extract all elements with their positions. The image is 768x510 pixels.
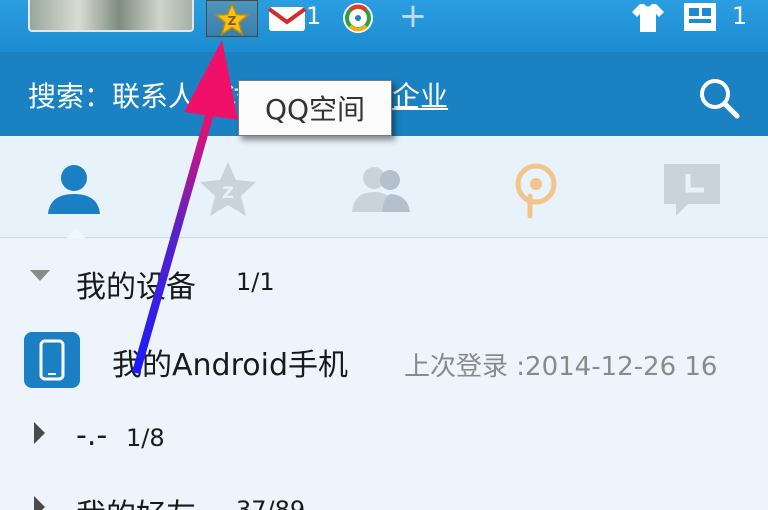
person-icon xyxy=(48,165,100,214)
mail-icon[interactable] xyxy=(266,2,308,34)
group-count: 1/8 xyxy=(126,424,165,452)
collapsed-caret-icon xyxy=(34,496,45,510)
mail-count: 1 xyxy=(306,2,322,30)
qzone-button[interactable]: Z xyxy=(206,0,258,37)
add-app-icon[interactable]: + xyxy=(396,0,430,33)
skin-shirt-icon[interactable] xyxy=(628,0,668,34)
tab-groups[interactable] xyxy=(348,158,412,222)
collapsed-caret-icon xyxy=(34,422,45,444)
tencent-weibo-icon[interactable] xyxy=(336,0,380,36)
group-name: 我的好友 xyxy=(76,490,196,510)
search-enterprise-link[interactable]: 企业 xyxy=(392,80,448,113)
svg-text:Z: Z xyxy=(228,14,237,28)
app-count: 1 xyxy=(732,2,748,30)
group-count: 1/1 xyxy=(236,268,275,296)
top-toolbar: Z 1 + 1 xyxy=(0,0,768,52)
search-icon[interactable] xyxy=(696,76,742,120)
active-tab-indicator xyxy=(66,228,86,239)
tab-chats[interactable] xyxy=(660,158,724,222)
app-manager-icon[interactable] xyxy=(680,0,720,34)
tab-favorites[interactable]: Z xyxy=(196,158,260,222)
avatar[interactable] xyxy=(28,0,194,32)
device-last-login: 上次登录 :2014-12-26 16 xyxy=(404,352,718,382)
group-icon xyxy=(352,167,410,212)
group-name: 我的设备 xyxy=(76,270,196,305)
group-name: -.- xyxy=(76,418,108,453)
star-icon: Z xyxy=(200,162,256,216)
tab-qzone[interactable] xyxy=(504,158,568,222)
svg-text:Z: Z xyxy=(222,183,234,202)
tooltip-text: QQ空间 xyxy=(264,93,366,126)
qzone-tab-icon xyxy=(515,163,557,219)
tab-contacts[interactable] xyxy=(42,158,106,222)
qzone-star-icon: Z xyxy=(214,1,250,36)
qzone-tooltip: QQ空间 xyxy=(238,80,392,136)
group-count: 37/89 xyxy=(236,496,306,510)
phone-device-icon xyxy=(24,332,80,388)
chat-icon xyxy=(664,164,720,216)
search-label: 搜索：联系 xyxy=(28,80,169,113)
device-name: 我的Android手机 xyxy=(112,348,348,383)
expanded-caret-icon xyxy=(30,270,50,281)
